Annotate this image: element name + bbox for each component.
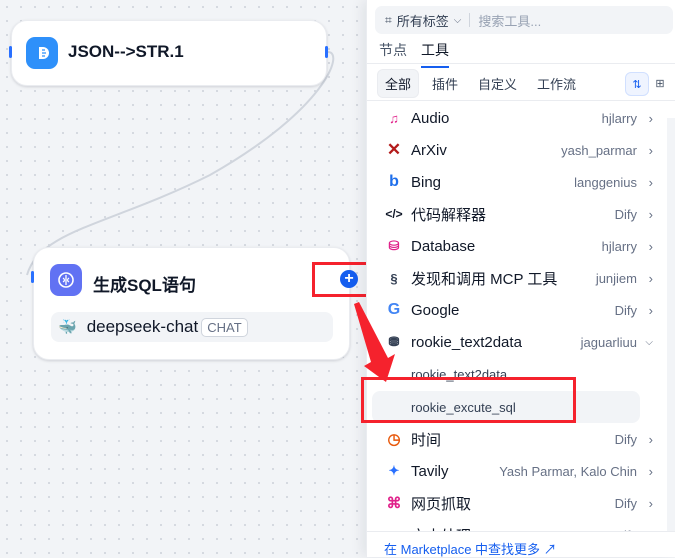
annotation-arrow [354, 302, 395, 382]
highlight-box-excute-sql [361, 377, 576, 423]
